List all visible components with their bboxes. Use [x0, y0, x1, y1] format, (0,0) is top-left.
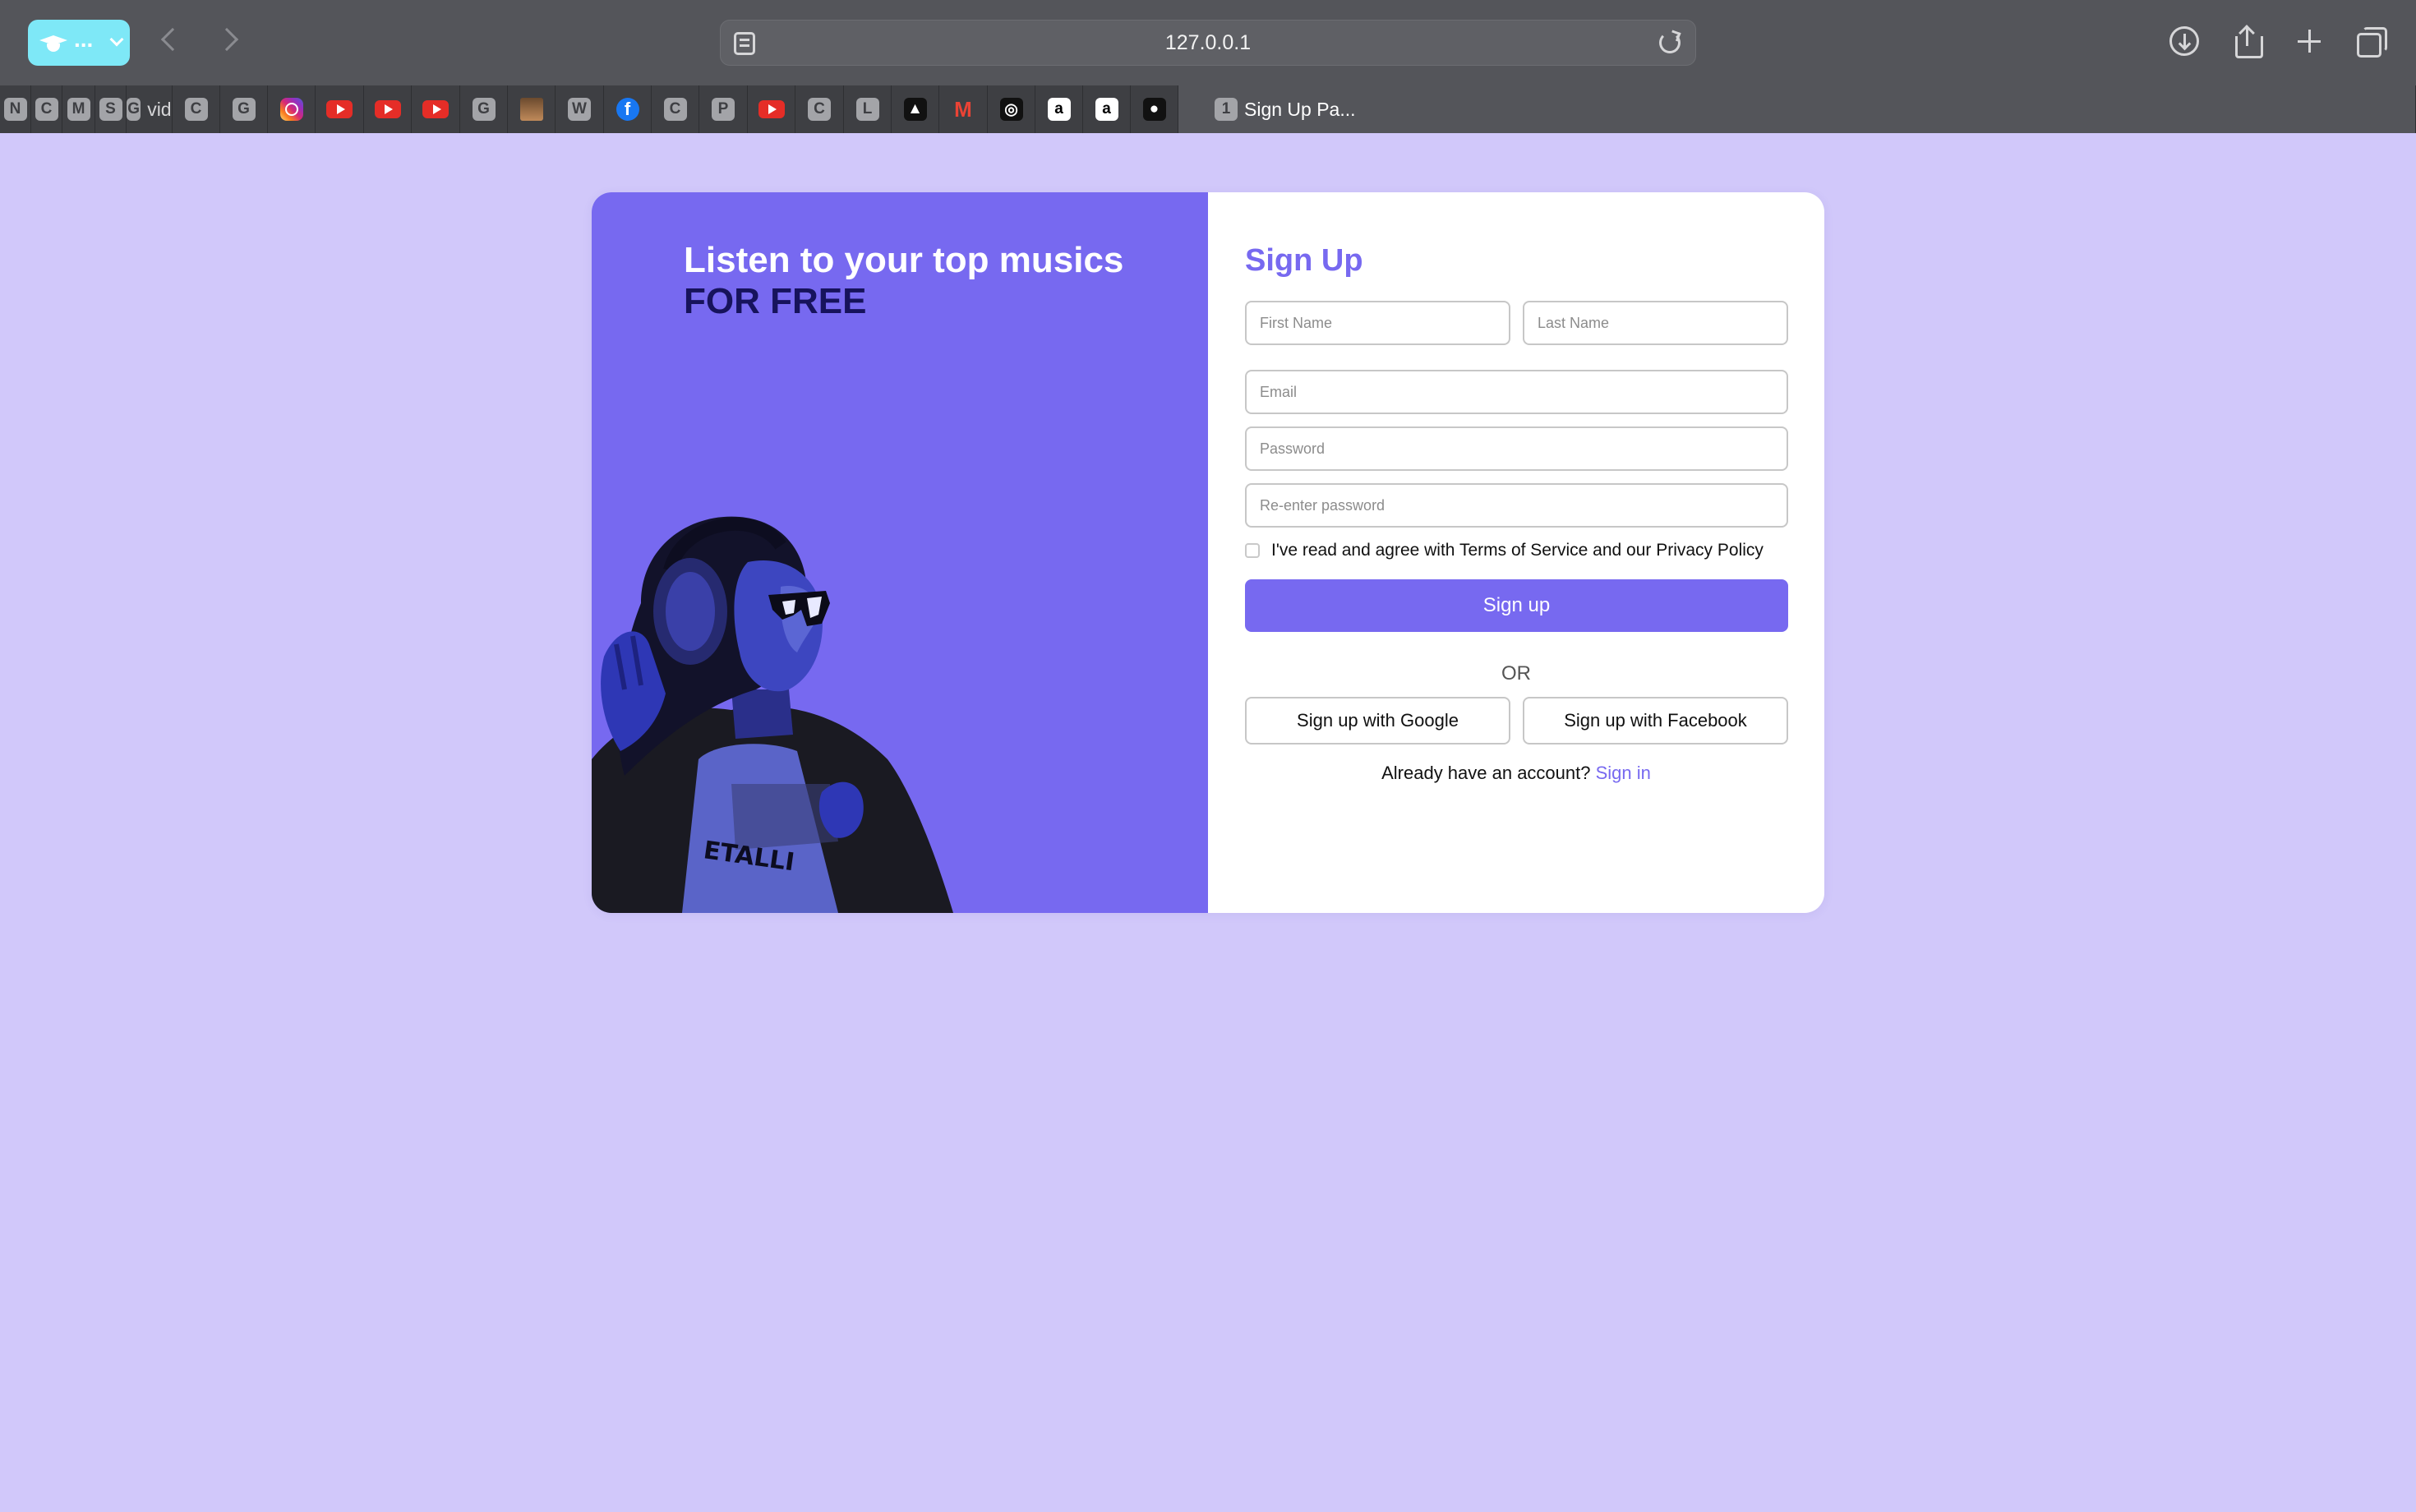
password-input[interactable]: [1245, 426, 1788, 471]
terms-label: I've read and agree with Terms of Servic…: [1271, 541, 1764, 560]
browser-toolbar: ... 127.0.0.1: [0, 0, 2416, 85]
hero-title-line1: Listen to your top musics: [684, 240, 1124, 280]
signup-form: Sign Up I've read and agree with Terms o…: [1208, 192, 1824, 913]
facebook-signup-button[interactable]: Sign up with Facebook: [1523, 697, 1788, 744]
tab-favicon-icon: P: [712, 98, 735, 121]
browser-tab[interactable]: N: [0, 85, 31, 133]
browser-tab[interactable]: [508, 85, 556, 133]
browser-tab[interactable]: ●: [1131, 85, 1178, 133]
hero-title: Listen to your top musics FOR FREE: [684, 240, 1123, 322]
tab-favicon-icon: S: [99, 98, 122, 121]
tab-favicon-icon: G: [127, 98, 141, 121]
signin-row: Already have an account? Sign in: [1208, 763, 1824, 784]
hero-title-line2: FOR FREE: [684, 281, 867, 321]
browser-tab[interactable]: L: [844, 85, 892, 133]
facebook-icon: f: [616, 98, 639, 121]
tab-favicon-icon: C: [808, 98, 831, 121]
tab-bar: NCMSGvid...CGGWfCPCL▲M◎aa●1Sign Up Pa...: [0, 85, 2416, 133]
photo-icon: [519, 98, 543, 121]
new-tab-icon[interactable]: [2293, 25, 2326, 58]
gmail-icon: M: [954, 96, 972, 122]
chevron-down-icon: [109, 32, 124, 47]
tab-favicon-icon: G: [472, 98, 496, 121]
tab-title: Sign Up Pa...: [1244, 98, 1356, 120]
browser-tab[interactable]: C: [652, 85, 699, 133]
browser-tab[interactable]: [316, 85, 364, 133]
browser-tab[interactable]: [268, 85, 316, 133]
forward-arrow-icon[interactable]: [214, 27, 239, 52]
download-icon[interactable]: [2169, 26, 2199, 56]
first-name-input[interactable]: [1245, 301, 1510, 345]
browser-tab[interactable]: f: [604, 85, 652, 133]
browser-tab[interactable]: [748, 85, 795, 133]
address-bar[interactable]: 127.0.0.1: [720, 20, 1696, 66]
terms-checkbox[interactable]: [1245, 543, 1260, 558]
last-name-input[interactable]: [1523, 301, 1788, 345]
youtube-icon: [422, 100, 449, 118]
signin-prompt: Already have an account?: [1381, 763, 1591, 783]
tab-favicon-icon: N: [3, 98, 27, 121]
active-browser-tab[interactable]: 1 Sign Up Pa...: [1178, 85, 2416, 133]
tab-favicon-icon: G: [232, 98, 256, 121]
tab-title: vid...: [147, 98, 172, 120]
tab-favicon-icon: C: [663, 98, 687, 121]
amazon-icon: a: [1095, 98, 1118, 121]
browser-tab[interactable]: C: [173, 85, 220, 133]
signup-button[interactable]: Sign up: [1245, 579, 1788, 632]
email-input[interactable]: [1245, 370, 1788, 414]
tab-favicon-icon: 1: [1215, 98, 1238, 121]
openai-icon: ◎: [999, 98, 1023, 121]
profile-switcher[interactable]: ...: [28, 20, 130, 66]
browser-tab[interactable]: W: [556, 85, 604, 133]
signin-link[interactable]: Sign in: [1596, 763, 1651, 783]
browser-tab[interactable]: ▲: [892, 85, 939, 133]
tab-favicon-icon: W: [568, 98, 591, 121]
hero-panel: Listen to your top musics FOR FREE ETALL…: [592, 192, 1208, 913]
youtube-icon: [326, 100, 353, 118]
tab-favicon-icon: C: [184, 98, 208, 121]
browser-tab[interactable]: G: [460, 85, 508, 133]
share-icon[interactable]: [2232, 25, 2265, 58]
browser-tab[interactable]: a: [1035, 85, 1083, 133]
browser-tab[interactable]: M: [62, 85, 95, 133]
url-text: 127.0.0.1: [1164, 30, 1252, 54]
browser-tab[interactable]: M: [939, 85, 988, 133]
terms-row: I've read and agree with Terms of Servic…: [1245, 541, 1764, 560]
browser-tab[interactable]: P: [699, 85, 748, 133]
profile-label: ...: [74, 26, 94, 52]
tab-favicon-icon: L: [855, 98, 879, 121]
youtube-icon: [758, 100, 785, 118]
browser-tab[interactable]: S: [95, 85, 127, 133]
browser-tab[interactable]: G: [220, 85, 268, 133]
browser-tab[interactable]: [412, 85, 460, 133]
google-signup-button[interactable]: Sign up with Google: [1245, 697, 1510, 744]
tab-overview-icon[interactable]: [2354, 25, 2387, 58]
instagram-icon: [279, 98, 303, 121]
tab-favicon-icon: M: [67, 98, 90, 121]
tab-favicon-icon: C: [35, 98, 58, 121]
browser-tab[interactable]: a: [1083, 85, 1131, 133]
woman-with-headphones-illustration: ETALLI: [592, 516, 953, 913]
back-arrow-icon[interactable]: [160, 27, 185, 52]
github-icon: ●: [1142, 98, 1166, 121]
form-title: Sign Up: [1245, 243, 1363, 278]
graduation-cap-icon: [39, 30, 67, 55]
browser-tab[interactable]: ◎: [988, 85, 1035, 133]
browser-tab[interactable]: C: [795, 85, 844, 133]
page-menu-icon[interactable]: [734, 32, 755, 55]
triangle-logo-icon: ▲: [903, 98, 927, 121]
youtube-icon: [374, 100, 401, 118]
browser-tab[interactable]: C: [31, 85, 62, 133]
or-divider-text: OR: [1501, 662, 1531, 685]
reenter-password-input[interactable]: [1245, 483, 1788, 528]
amazon-icon: a: [1047, 98, 1071, 121]
browser-tab[interactable]: [364, 85, 412, 133]
signup-card: Listen to your top musics FOR FREE ETALL…: [592, 192, 1824, 913]
browser-tab[interactable]: Gvid...: [127, 85, 173, 133]
reload-icon[interactable]: [1659, 32, 1681, 53]
